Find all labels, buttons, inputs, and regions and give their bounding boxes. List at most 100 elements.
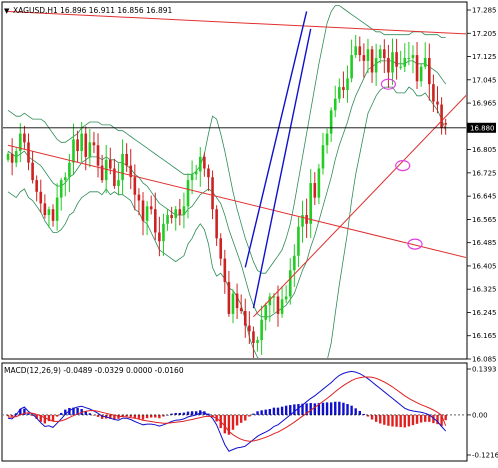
candle-body — [297, 226, 300, 256]
candle-body — [264, 305, 268, 320]
chart-canvas: 17.28517.20517.12517.04516.96516.88516.8… — [0, 0, 498, 464]
candle-body — [338, 87, 341, 99]
macd-histogram-bar — [370, 414, 374, 420]
candle-body — [293, 255, 296, 271]
candle-body — [411, 55, 415, 58]
candle-body — [170, 215, 173, 218]
macd-histogram-bar — [231, 414, 235, 430]
candle-body — [415, 55, 419, 82]
macd-histogram-bar — [244, 414, 247, 421]
macd-histogram-bar — [313, 403, 316, 415]
candle-body — [370, 49, 374, 73]
macd-histogram-bar — [350, 405, 353, 415]
macd-histogram-bar — [145, 414, 149, 419]
price-tick-label: 16.085 — [472, 356, 497, 364]
macd-histogram-bar — [424, 414, 427, 422]
macd-histogram-bar — [260, 410, 263, 415]
candle-body — [231, 293, 235, 314]
price-tick-label: 16.725 — [472, 169, 497, 177]
macd-histogram-bar — [280, 406, 284, 415]
candle-body — [10, 153, 14, 163]
candle-body — [325, 133, 329, 146]
macd-tick-label: 0.1393 — [472, 366, 497, 374]
price-tick-label: 17.285 — [472, 7, 497, 15]
candle-body — [313, 183, 317, 198]
macd-histogram-bar — [354, 408, 357, 415]
candle-body — [358, 46, 362, 56]
candle-body — [252, 331, 255, 344]
candle-body — [162, 223, 165, 242]
candle-body — [440, 104, 443, 128]
macd-histogram-bar — [235, 414, 239, 426]
candle-body — [215, 209, 218, 239]
candle-body — [51, 209, 55, 221]
candle-body — [72, 139, 75, 163]
candle-body — [145, 206, 149, 221]
candle-body — [84, 133, 88, 157]
candle-body — [288, 270, 292, 297]
candle-body — [399, 66, 402, 68]
candle-body — [354, 46, 357, 56]
candle-body — [419, 66, 423, 82]
candle-body — [68, 162, 71, 178]
macd-histogram-bar — [158, 414, 161, 419]
macd-histogram-bar — [190, 411, 194, 415]
candle-body — [395, 52, 398, 67]
macd-histogram-bar — [182, 412, 186, 415]
candle-body — [317, 168, 321, 198]
symbol-header: XAGUSD,H1 16.896 16.911 16.856 16.891 — [13, 6, 173, 15]
macd-histogram-bar — [387, 414, 390, 426]
macd-histogram-bar — [334, 401, 337, 415]
candle-body — [55, 197, 59, 221]
macd-histogram-bar — [223, 414, 227, 434]
candle-body — [366, 49, 370, 61]
price-tick-label: 17.125 — [472, 53, 497, 61]
candle-body — [243, 311, 247, 326]
candle-body — [207, 168, 210, 178]
macd-tick-label: -0.1216 — [472, 452, 498, 460]
macd-histogram-bar — [309, 403, 312, 415]
candle-body — [350, 55, 353, 79]
candle-body — [6, 153, 10, 160]
macd-histogram-bar — [419, 414, 423, 423]
candle-body — [403, 57, 407, 67]
candle-body — [43, 203, 47, 216]
candle-body — [182, 206, 186, 216]
macd-tick-label: 0.00 — [472, 411, 488, 419]
candle-body — [219, 238, 223, 259]
macd-histogram-bar — [346, 404, 349, 415]
candle-body — [178, 209, 182, 216]
candle-body — [305, 215, 308, 224]
candle-body — [80, 133, 83, 152]
macd-histogram-bar — [329, 402, 333, 415]
candle-body — [321, 145, 325, 169]
macd-histogram-bar — [358, 410, 361, 415]
candle-body — [59, 180, 63, 198]
candle-body — [235, 293, 239, 309]
price-tick-label: 16.405 — [472, 262, 497, 270]
candle-body — [96, 145, 100, 166]
candle-body — [14, 151, 18, 163]
candle-body — [239, 308, 243, 312]
candle-body — [374, 57, 378, 73]
macd-histogram-bar — [321, 402, 325, 415]
candle-body — [256, 340, 259, 344]
candle-body — [149, 206, 153, 210]
macd-label: MACD(12,26,9) -0.0489 -0.0329 0.0000 -0.… — [4, 366, 184, 375]
candle-body — [276, 296, 280, 314]
candle-body — [432, 84, 435, 102]
candle-body — [174, 209, 178, 218]
candle-body — [423, 57, 427, 67]
macd-histogram-bar — [342, 402, 345, 415]
candle-body — [280, 299, 284, 314]
candle-body — [260, 319, 263, 341]
price-tick-label: 17.205 — [472, 30, 497, 38]
macd-histogram-bar — [379, 414, 382, 424]
candle-body — [329, 110, 333, 134]
macd-histogram-bar — [141, 414, 145, 420]
candle-body — [227, 281, 231, 314]
candle-body — [108, 159, 112, 169]
price-tick-label: 16.165 — [472, 332, 497, 340]
chart-root: 17.28517.20517.12517.04516.96516.88516.8… — [0, 0, 498, 464]
price-tick-label: 16.485 — [472, 239, 497, 247]
